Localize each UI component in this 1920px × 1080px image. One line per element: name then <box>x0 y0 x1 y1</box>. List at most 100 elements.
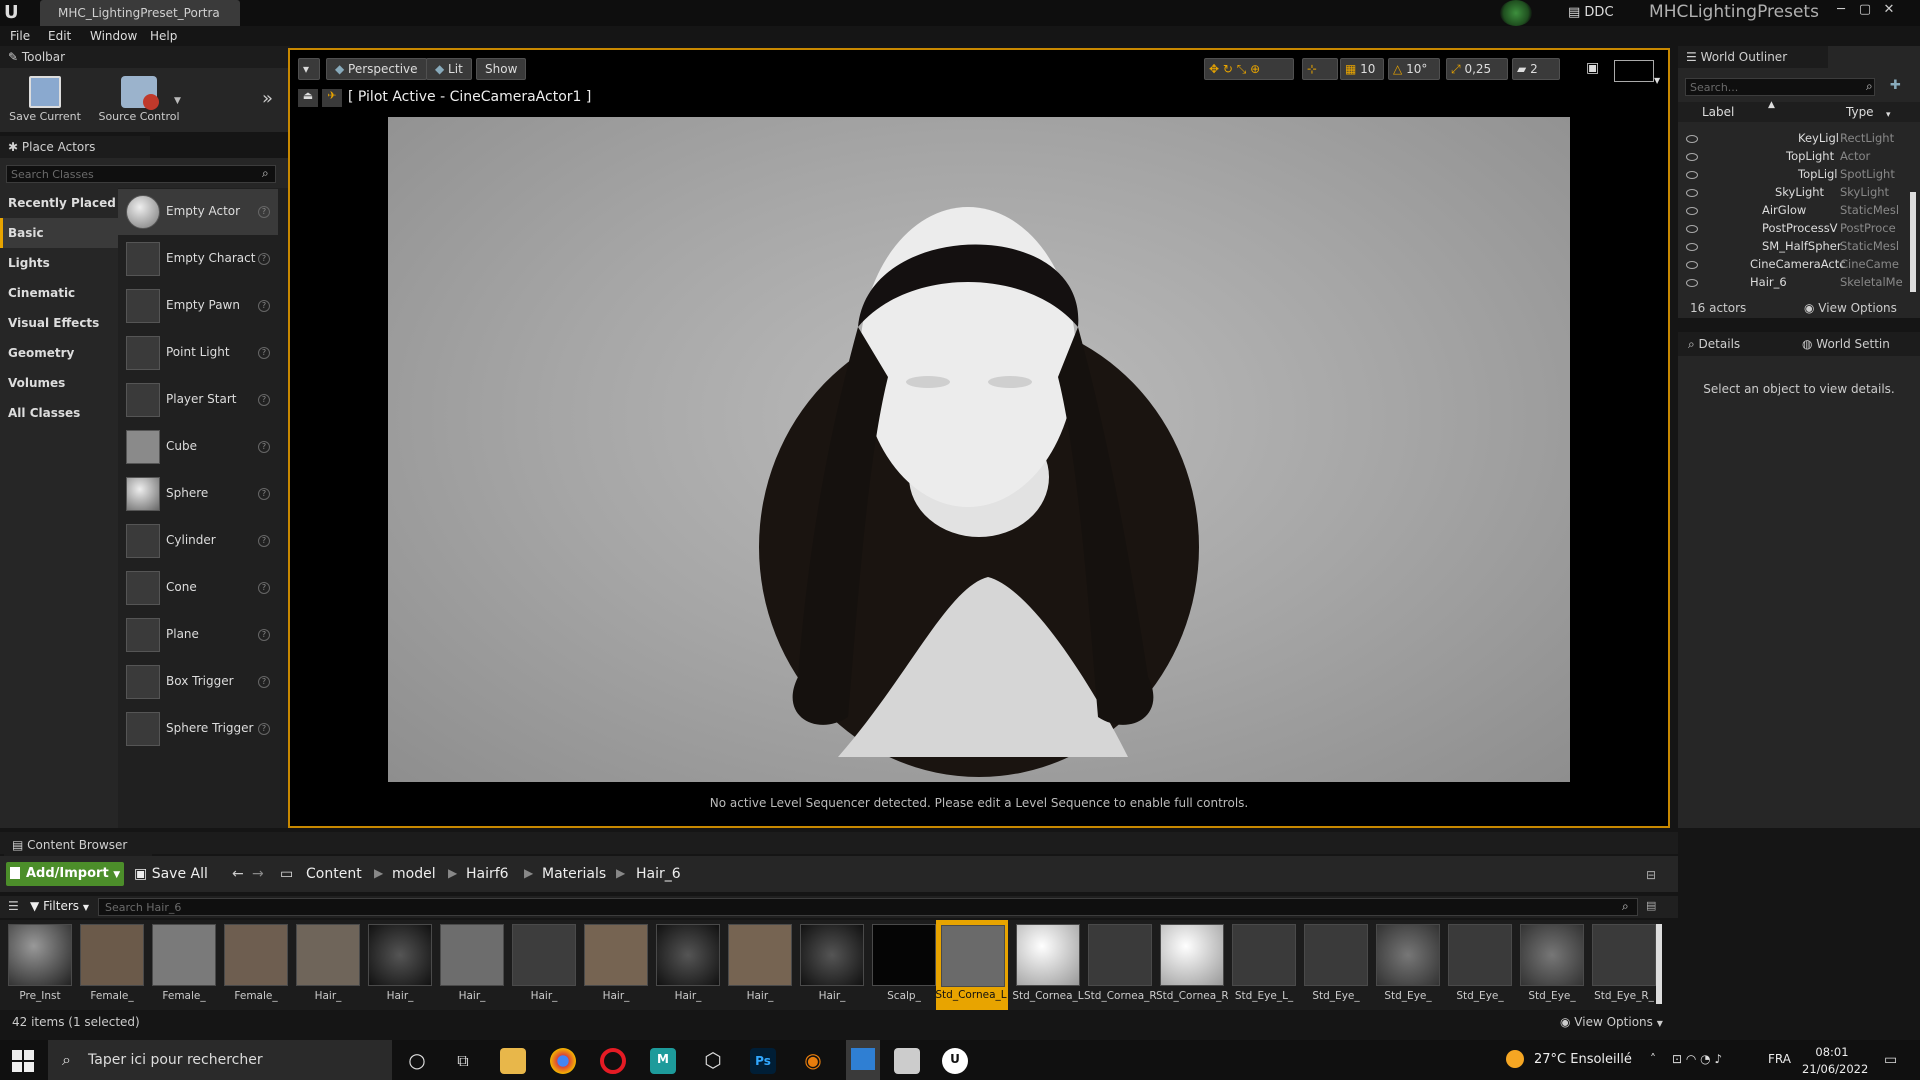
windows-start-icon[interactable] <box>12 1050 34 1072</box>
source-control-status-icon[interactable] <box>1500 0 1532 26</box>
outliner-row[interactable]: AirGlow StaticMesl <box>1678 203 1908 221</box>
outliner-row[interactable]: SkyLight SkyLight <box>1678 185 1908 203</box>
search-icon[interactable]: ⌕ <box>1866 79 1873 94</box>
menu-file[interactable]: File <box>10 29 30 45</box>
tray-icons[interactable]: ⊡ ◠ ◔ ♪ <box>1672 1052 1722 1066</box>
document-tab[interactable]: MHC_LightingPreset_Portra <box>40 0 240 26</box>
category-visual-effects[interactable]: Visual Effects <box>0 308 118 338</box>
menu-edit[interactable]: Edit <box>48 29 71 45</box>
blender-icon[interactable]: ◉ <box>800 1048 826 1074</box>
asset-scrollbar[interactable] <box>1656 924 1662 1004</box>
type-dropdown-icon[interactable]: ▾ <box>1886 110 1891 120</box>
actor-item[interactable]: Box Trigger? <box>118 659 278 705</box>
breadcrumb-model[interactable]: model <box>392 866 436 882</box>
chrome-icon[interactable] <box>550 1048 576 1074</box>
asset-tile[interactable]: Std_Cornea_R <box>1084 924 1156 1008</box>
world-outliner-tab[interactable]: ☰ World Outliner <box>1678 46 1828 68</box>
help-icon[interactable]: ? <box>258 441 270 453</box>
category-volumes[interactable]: Volumes <box>0 368 118 398</box>
visibility-eye-icon[interactable] <box>1686 225 1698 233</box>
filters-button[interactable]: ▼ Filters ▼ <box>30 899 89 913</box>
unreal-engine-taskbar-icon[interactable]: U <box>942 1048 968 1074</box>
surface-snap-icon[interactable]: ⊹ <box>1302 58 1338 80</box>
asset-tile[interactable]: Hair_ <box>584 924 648 1008</box>
type-column-header[interactable]: Type <box>1846 105 1874 119</box>
breadcrumb-content[interactable]: Content <box>306 866 362 882</box>
forward-arrow-icon[interactable]: → <box>252 866 264 882</box>
asset-tile-selected[interactable]: Std_Cornea_L <box>935 920 1008 1010</box>
asset-tile[interactable]: Hair_ <box>296 924 360 1008</box>
actor-item[interactable]: Cube? <box>118 424 278 470</box>
category-recently-placed[interactable]: Recently Placed <box>0 188 118 218</box>
task-view-icon[interactable]: ⧉ <box>450 1048 476 1074</box>
visibility-eye-icon[interactable] <box>1686 279 1698 287</box>
visibility-eye-icon[interactable] <box>1686 153 1698 161</box>
search-icon[interactable]: ⌕ <box>262 166 269 181</box>
language-indicator[interactable]: FRA <box>1768 1052 1791 1066</box>
maximize-viewport-icon[interactable]: ▣ <box>1586 60 1599 76</box>
help-icon[interactable]: ? <box>258 629 270 641</box>
outliner-add-icon[interactable]: ✚ <box>1890 78 1901 93</box>
outliner-row[interactable]: Hair_6 SkeletalMe <box>1678 275 1908 293</box>
outliner-row[interactable]: TopLigl SpotLight <box>1678 167 1908 185</box>
asset-tile[interactable]: Std_Eye_L_ <box>1232 924 1296 1008</box>
category-cinematic[interactable]: Cinematic <box>0 278 118 308</box>
details-tab[interactable]: ⌕ Details <box>1680 333 1792 355</box>
close-icon[interactable]: ✕ <box>1880 2 1898 20</box>
unreal-logo-icon[interactable]: U <box>4 2 26 24</box>
outliner-scrollbar[interactable] <box>1910 192 1916 292</box>
category-geometry[interactable]: Geometry <box>0 338 118 368</box>
viewport-options-icon[interactable]: ▾ <box>298 58 320 80</box>
rotation-snap-button[interactable]: △ 10° <box>1388 58 1440 80</box>
actor-item[interactable]: Point Light? <box>118 330 278 376</box>
asset-tile[interactable]: Std_Eye_ <box>1448 924 1512 1008</box>
maximize-icon[interactable]: ▢ <box>1856 2 1874 20</box>
lit-button[interactable]: ◆ Lit <box>426 58 472 80</box>
help-icon[interactable]: ? <box>258 488 270 500</box>
breadcrumb-separator-icon[interactable]: ▶ <box>524 866 533 880</box>
asset-tile[interactable]: Std_Eye_ <box>1304 924 1368 1008</box>
content-search-input[interactable]: Search Hair_6 <box>98 898 1638 916</box>
visibility-eye-icon[interactable] <box>1686 135 1698 143</box>
visibility-eye-icon[interactable] <box>1686 243 1698 251</box>
outliner-row[interactable]: TopLight Actor <box>1678 149 1908 167</box>
help-icon[interactable]: ? <box>258 582 270 594</box>
outliner-row[interactable]: PostProcessV PostProce <box>1678 221 1908 239</box>
viewport-render[interactable] <box>388 117 1570 782</box>
viewport-layout-icon[interactable] <box>1614 60 1654 82</box>
photoshop-icon[interactable]: Ps <box>750 1048 776 1074</box>
app-window-icon[interactable] <box>894 1048 920 1074</box>
sources-toggle-icon[interactable]: ☰ <box>8 899 19 913</box>
help-icon[interactable]: ? <box>258 300 270 312</box>
asset-tile[interactable]: Pre_Inst <box>8 924 72 1008</box>
asset-tile[interactable]: Scalp_ <box>872 924 936 1008</box>
toolbar-expand-icon[interactable]: » <box>262 88 273 109</box>
menu-window[interactable]: Window <box>90 29 137 45</box>
asset-tile[interactable]: Female_ <box>80 924 144 1008</box>
grid-snap-button[interactable]: ▦ 10 <box>1340 58 1384 80</box>
actor-item[interactable]: Empty Pawn? <box>118 283 278 329</box>
clock[interactable]: 08:01 21/06/2022 <box>1802 1044 1868 1078</box>
breadcrumb-hair6[interactable]: Hair_6 <box>636 866 681 882</box>
help-icon[interactable]: ? <box>258 394 270 406</box>
search-classes-input[interactable]: Search Classes <box>6 165 276 183</box>
actor-item[interactable]: Cylinder? <box>118 518 278 564</box>
lock-icon[interactable]: ⊟ <box>1646 868 1656 882</box>
visibility-eye-icon[interactable] <box>1686 189 1698 197</box>
camera-speed-button[interactable]: ▰ 2 <box>1512 58 1560 80</box>
asset-tile[interactable]: Hair_ <box>728 924 792 1008</box>
transform-tools[interactable]: ✥ ↻ ⤡ ⊕ <box>1204 58 1294 80</box>
cortana-icon[interactable]: ○ <box>404 1048 430 1074</box>
asset-tile[interactable]: Std_Cornea_R <box>1156 924 1228 1008</box>
save-all-button[interactable]: ▣ Save All <box>134 866 208 882</box>
asset-tile[interactable]: Hair_ <box>512 924 576 1008</box>
asset-tile[interactable]: Hair_ <box>800 924 864 1008</box>
category-basic[interactable]: Basic <box>0 218 118 248</box>
back-arrow-icon[interactable]: ← <box>232 866 244 882</box>
help-icon[interactable]: ? <box>258 676 270 688</box>
asset-tile[interactable]: Hair_ <box>656 924 720 1008</box>
notifications-icon[interactable]: ▭ <box>1884 1052 1897 1068</box>
asset-tile[interactable]: Std_Eye_R_ <box>1592 924 1656 1008</box>
folder-icon[interactable]: ▭ <box>280 866 293 882</box>
maya-icon[interactable]: M <box>650 1048 676 1074</box>
